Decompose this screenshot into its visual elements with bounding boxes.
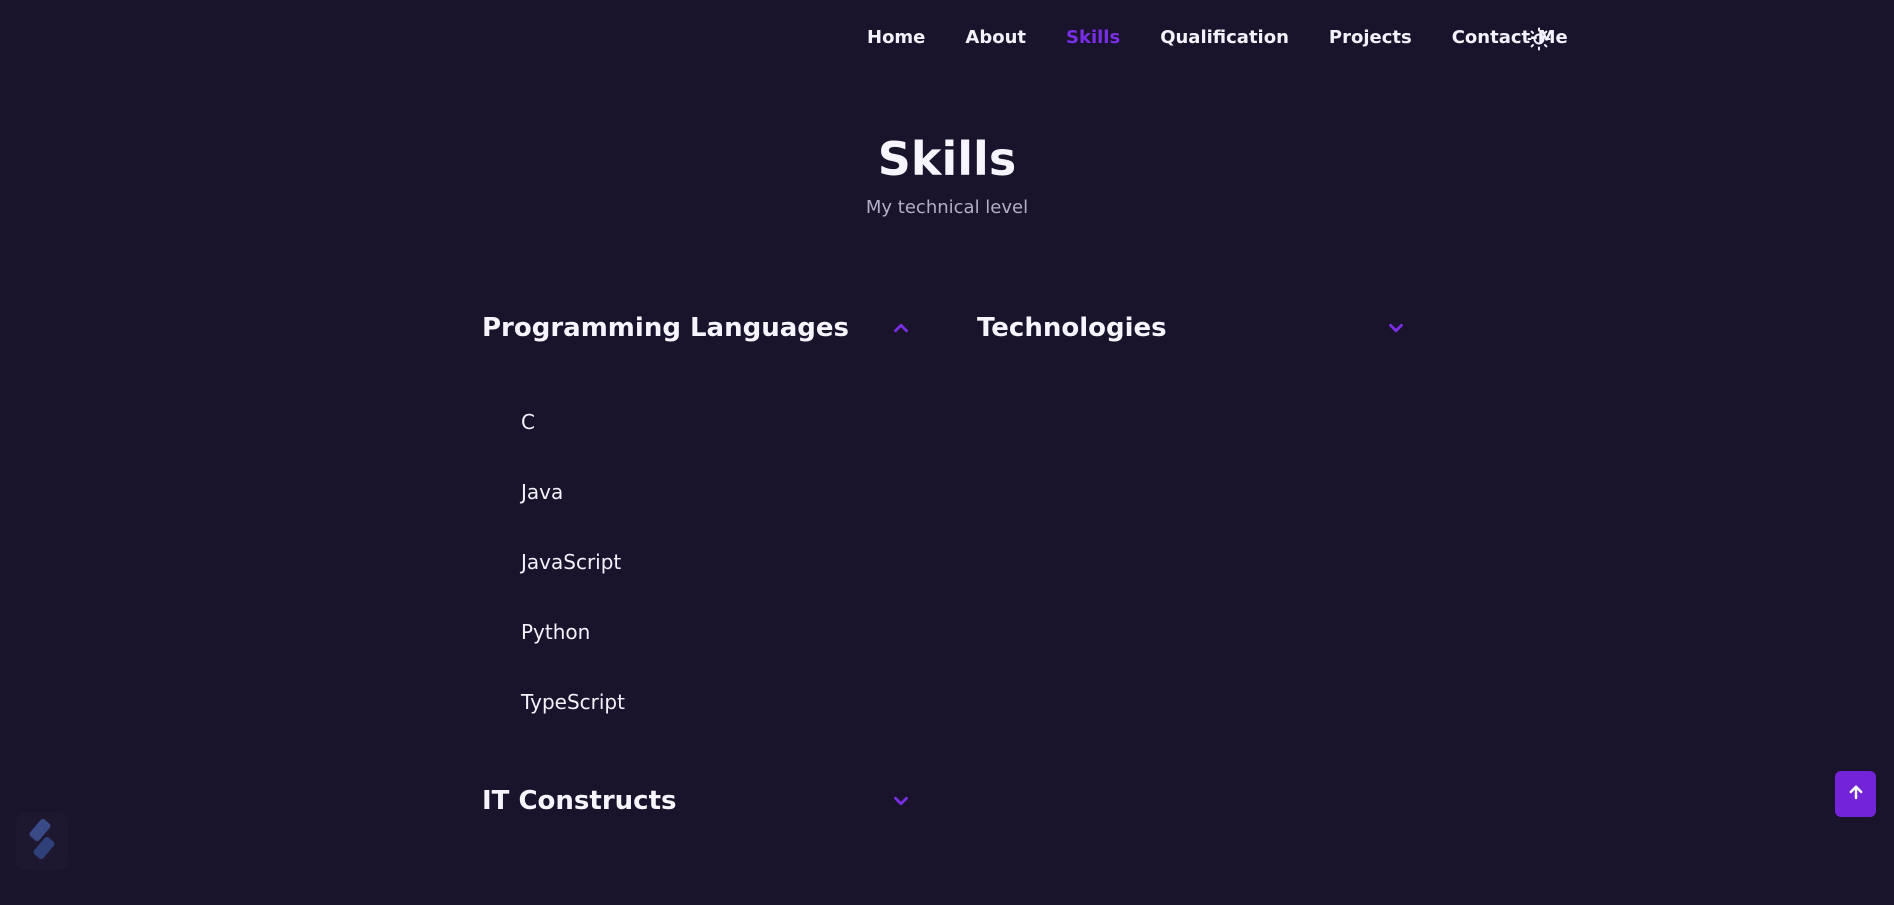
skill-group-it-constructs: IT Constructs — [482, 783, 922, 819]
nav-link-qualification[interactable]: Qualification — [1160, 27, 1289, 48]
skill-item: Python — [521, 620, 591, 644]
skill-group-header[interactable]: IT Constructs — [482, 783, 922, 819]
nav-link-about[interactable]: About — [965, 27, 1026, 48]
app-badge[interactable] — [16, 812, 68, 870]
chevron-up-icon[interactable] — [890, 317, 912, 339]
skill-item: TypeScript — [521, 690, 625, 714]
section-subtitle: My technical level — [865, 197, 1029, 218]
skill-item: JavaScript — [521, 550, 622, 574]
skill-group-title: Technologies — [977, 313, 1167, 343]
skill-item: C — [521, 410, 535, 434]
scroll-up-button[interactable] — [1835, 771, 1876, 817]
skill-list: C Java JavaScript Python TypeScript — [482, 387, 922, 737]
sun-icon[interactable] — [1527, 27, 1551, 51]
nav-link-home[interactable]: Home — [867, 27, 925, 48]
skill-group-programming-languages: Programming Languages C Java JavaScript … — [482, 310, 922, 737]
chevron-down-icon[interactable] — [1385, 317, 1407, 339]
chevron-down-icon[interactable] — [890, 790, 912, 812]
top-navigation: Home About Skills Qualification Projects… — [0, 0, 1894, 78]
nav-link-skills[interactable]: Skills — [1066, 27, 1120, 48]
section-title: Skills — [877, 132, 1017, 186]
arrow-up-icon — [1847, 783, 1865, 805]
skill-group-header[interactable]: Technologies — [977, 310, 1417, 346]
nav-links: Home About Skills Qualification Projects… — [867, 27, 1608, 48]
skill-item: Java — [521, 480, 564, 504]
skill-group-title: IT Constructs — [482, 786, 677, 816]
skill-group-header[interactable]: Programming Languages — [482, 310, 922, 346]
logo-icon — [24, 817, 60, 865]
skill-group-technologies: Technologies — [977, 310, 1417, 346]
nav-link-projects[interactable]: Projects — [1329, 27, 1412, 48]
skill-group-title: Programming Languages — [482, 313, 849, 343]
